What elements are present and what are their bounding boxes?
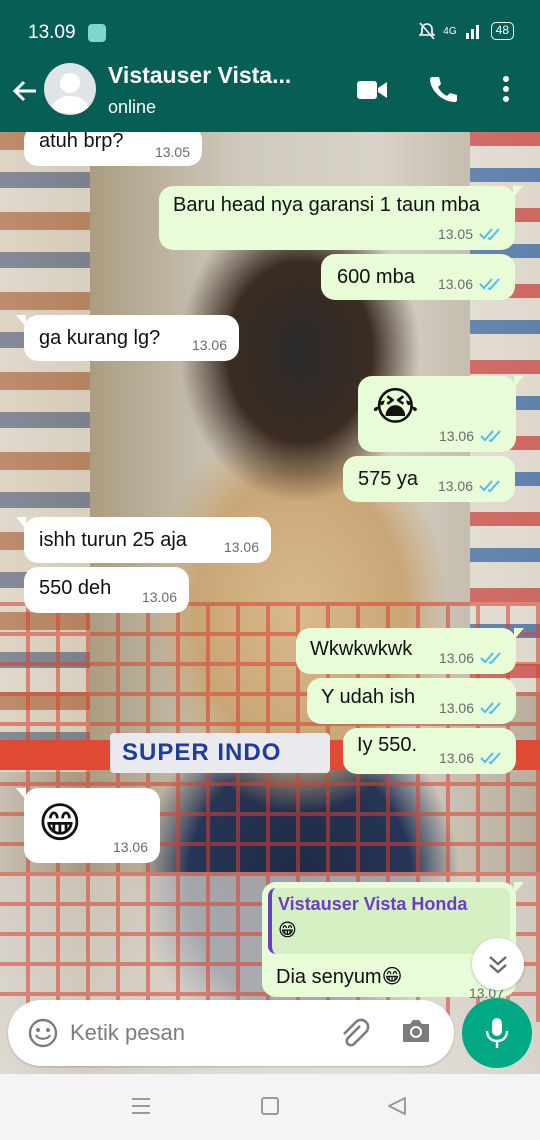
read-ticks-icon <box>479 480 500 493</box>
mic-button[interactable] <box>462 998 532 1068</box>
read-ticks-icon <box>480 430 501 443</box>
contact-status: online <box>108 97 157 117</box>
phone-icon[interactable] <box>428 74 458 104</box>
camera-icon[interactable] <box>400 1016 432 1046</box>
quoted-name: Vistauser Vista Honda <box>278 894 468 914</box>
message-out[interactable]: Wkwkwkwk 13.06 <box>296 628 524 674</box>
message-input-container <box>8 1000 454 1066</box>
read-ticks-icon <box>479 278 500 291</box>
message-out[interactable]: Y udah ish 13.06 <box>307 678 516 724</box>
scroll-down-button[interactable] <box>472 938 524 990</box>
read-ticks-icon <box>479 228 500 241</box>
more-vert-icon[interactable] <box>498 74 514 104</box>
quoted-text: 😁 <box>278 920 297 940</box>
input-bar <box>0 994 540 1074</box>
status-icons: 4G 48 <box>419 22 514 40</box>
video-call-icon[interactable] <box>356 78 388 102</box>
message-out[interactable]: Baru head nya garansi 1 taun mba 13.05 <box>159 186 523 250</box>
contact-name[interactable]: Vistauser Vista... <box>108 62 323 89</box>
back-arrow-icon[interactable] <box>10 76 40 106</box>
wallpaper-cart-label: SUPER INDO <box>110 733 330 773</box>
message-notification-icon <box>88 24 106 42</box>
message-out[interactable]: 😭 13.06 <box>358 376 524 452</box>
network-type: 4G <box>443 25 457 37</box>
message-in[interactable]: ishh turun 25 aja 13.06 <box>16 517 271 563</box>
status-bar: 13.09 4G 48 <box>0 0 540 62</box>
system-nav-bar <box>0 1074 540 1140</box>
back-icon[interactable] <box>386 1096 408 1116</box>
menu-icon[interactable] <box>130 1096 152 1116</box>
emoji-icon[interactable] <box>28 1018 58 1048</box>
chevron-double-down-icon <box>489 956 507 974</box>
signal-icon <box>465 25 479 39</box>
message-out[interactable]: Iy 550. 13.06 <box>343 728 516 774</box>
avatar-icon <box>50 73 90 113</box>
message-out[interactable]: 600 mba 13.06 <box>321 254 515 300</box>
reply-text: Dia senyum😁 <box>276 966 403 988</box>
mic-icon <box>485 1018 509 1048</box>
message-out[interactable]: 575 ya 13.06 <box>343 456 515 502</box>
status-time: 13.09 <box>28 22 76 43</box>
message-in[interactable]: 550 deh 13.06 <box>24 567 189 613</box>
read-ticks-icon <box>480 752 501 765</box>
read-ticks-icon <box>480 702 501 715</box>
attach-icon[interactable] <box>336 1016 370 1050</box>
chat-area[interactable]: SUPER INDO atuh brp? 13.05 Baru head nya… <box>0 132 540 1074</box>
message-in[interactable]: atuh brp? 13.05 <box>24 132 202 166</box>
message-in[interactable]: 😁 13.06 <box>16 788 160 863</box>
home-icon[interactable] <box>260 1096 280 1116</box>
avatar[interactable] <box>44 63 96 115</box>
message-in[interactable]: ga kurang lg? 13.06 <box>16 315 239 361</box>
message-input[interactable] <box>70 1016 320 1050</box>
mute-alarm-icon <box>419 22 436 40</box>
battery-icon: 48 <box>490 22 514 40</box>
chat-header: Vistauser Vista... online <box>0 62 540 132</box>
read-ticks-icon <box>480 652 501 665</box>
